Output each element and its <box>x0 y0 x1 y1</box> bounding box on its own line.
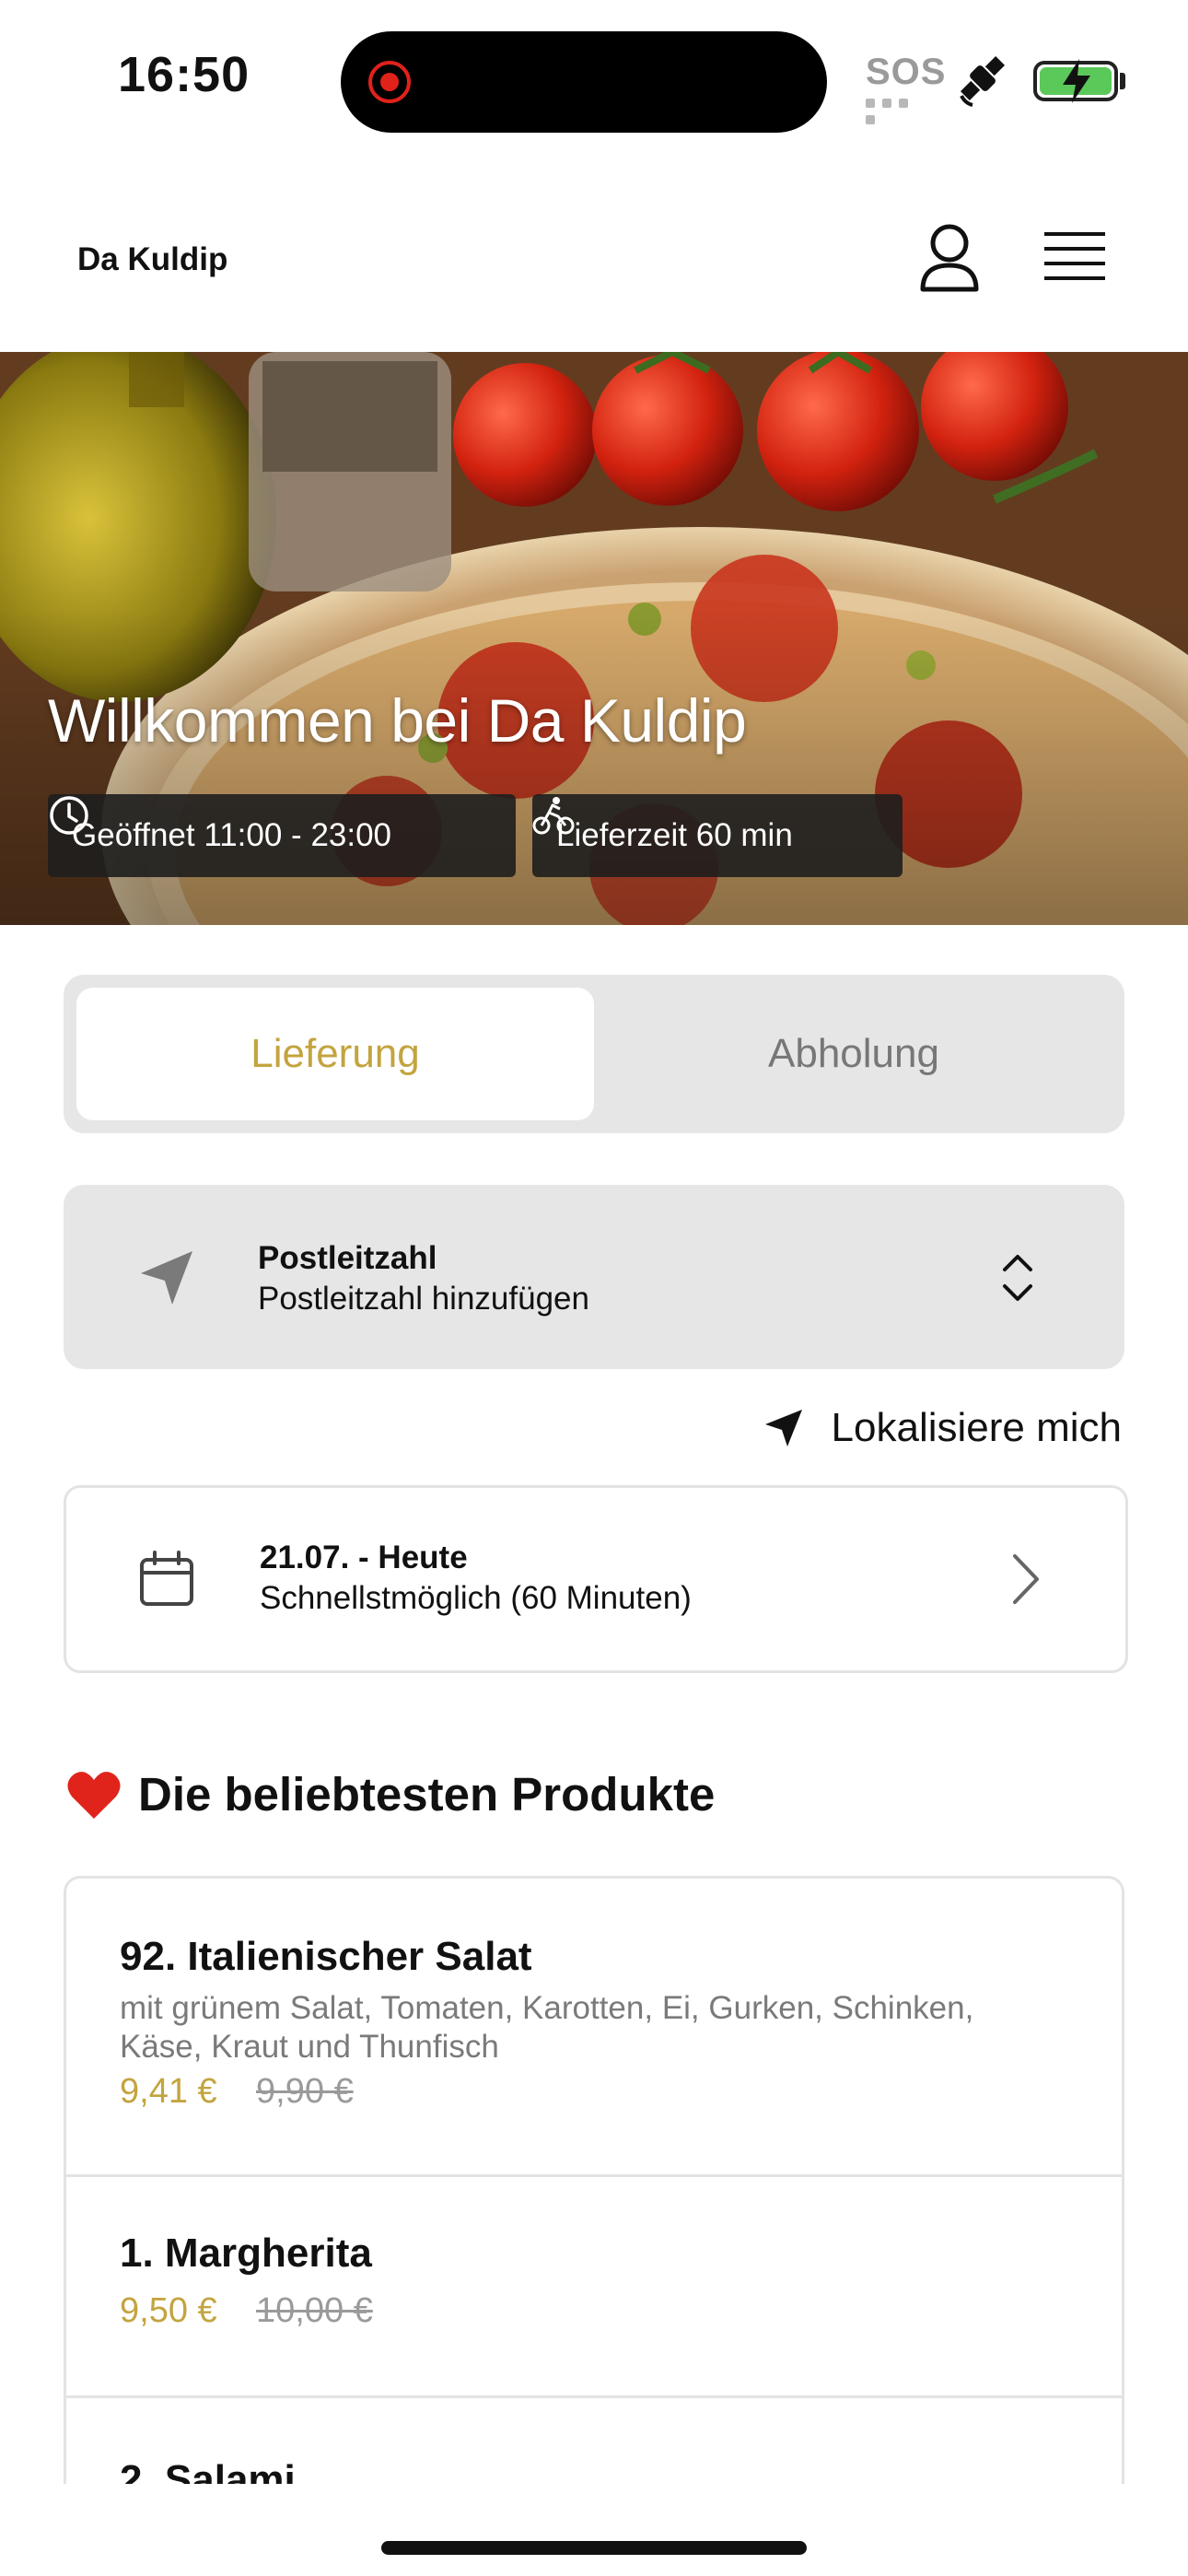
delivery-time-text: Lieferzeit 60 min <box>556 817 793 853</box>
chevron-up-down-icon <box>1003 1255 1032 1301</box>
user-icon[interactable] <box>917 221 982 295</box>
product-name: 92. Italienischer Salat <box>120 1934 532 1979</box>
postal-code-label: Postleitzahl <box>258 1240 437 1276</box>
delivery-date-selector[interactable]: 21.07. - Heute Schnellstmöglich (60 Minu… <box>64 1485 1128 1673</box>
clock-icon <box>50 796 88 835</box>
satellite-icon <box>960 55 1006 107</box>
postal-code-placeholder: Postleitzahl hinzufügen <box>258 1281 589 1317</box>
opening-hours-badge: Geöffnet 11:00 - 23:00 <box>48 794 516 877</box>
product-name: 2. Salami <box>120 2457 296 2484</box>
signal-dots <box>866 96 930 124</box>
popular-products-title: Die beliebtesten Produkte <box>138 1768 716 1821</box>
heart-icon <box>67 1771 121 1819</box>
product-price: 9,41 € <box>120 2072 217 2111</box>
chevron-right-icon <box>1013 1554 1039 1604</box>
battery-charging-icon <box>1063 59 1090 103</box>
product-old-price: 10,00 € <box>256 2291 373 2330</box>
product-item[interactable]: 1. Margherita 9,50 € 10,00 € <box>66 2177 1122 2398</box>
status-time: 16:50 <box>118 47 250 102</box>
product-price: 9,50 € <box>120 2291 217 2330</box>
sos-indicator: SOS <box>866 52 947 92</box>
locate-me-button[interactable]: Lokalisiere mich <box>762 1400 1122 1456</box>
location-arrow-icon <box>764 1410 802 1446</box>
postal-code-selector[interactable]: Postleitzahl Postleitzahl hinzufügen <box>64 1185 1124 1369</box>
delivery-date-label: 21.07. - Heute <box>260 1540 468 1575</box>
opening-hours-text: Geöffnet 11:00 - 23:00 <box>72 817 392 853</box>
product-old-price: 9,90 € <box>256 2072 354 2111</box>
bicycle-icon <box>532 797 575 835</box>
order-mode-toggle: Lieferung Abholung <box>64 975 1124 1133</box>
hero-banner: Willkommen bei Da Kuldip Geöffnet 11:00 … <box>0 352 1188 925</box>
hero-title: Willkommen bei Da Kuldip <box>48 686 747 755</box>
delivery-time-badge: Lieferzeit 60 min <box>532 794 903 877</box>
product-item[interactable]: 92. Italienischer Salat mit grünem Salat… <box>66 1879 1122 2177</box>
product-name: 1. Margherita <box>120 2231 372 2276</box>
tab-delivery[interactable]: Lieferung <box>76 988 594 1120</box>
popular-products-heading: Die beliebtesten Produkte <box>66 1767 715 1821</box>
record-icon <box>368 61 411 103</box>
brand-name[interactable]: Da Kuldip <box>77 241 227 278</box>
product-description: mit grünem Salat, Tomaten, Karotten, Ei,… <box>120 1990 974 2065</box>
dynamic-island <box>341 31 827 133</box>
battery-tip <box>1120 73 1125 89</box>
delivery-date-sub: Schnellstmöglich (60 Minuten) <box>260 1580 692 1616</box>
locate-me-label: Lokalisiere mich <box>831 1405 1122 1450</box>
tab-pickup[interactable]: Abholung <box>596 988 1112 1120</box>
menu-icon[interactable] <box>1044 228 1105 284</box>
navigation-arrow-icon <box>141 1251 192 1305</box>
popular-products-list: 92. Italienischer Salat mit grünem Salat… <box>64 1876 1124 2484</box>
home-indicator[interactable] <box>381 2541 807 2555</box>
status-bar: 16:50 SOS <box>0 0 1188 157</box>
calendar-icon <box>140 1551 193 1606</box>
product-item[interactable]: 2. Salami <box>66 2398 1122 2484</box>
